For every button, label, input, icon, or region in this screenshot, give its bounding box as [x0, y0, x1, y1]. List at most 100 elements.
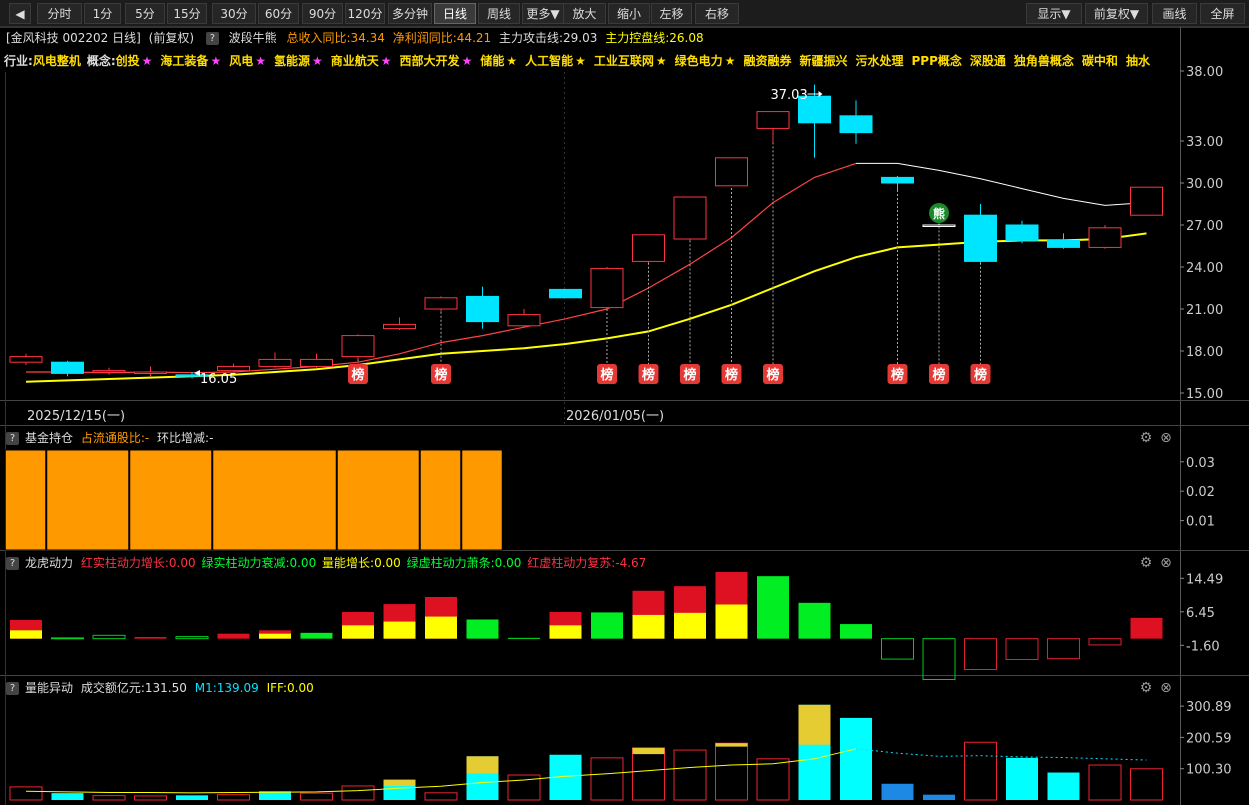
volume-bar [300, 792, 333, 801]
y-tick-label: 24.00 [1186, 261, 1223, 276]
date-label-1: 2025/12/15(一) [27, 409, 126, 424]
fund-bar [212, 449, 337, 551]
fund-change: 环比增减:- [157, 431, 214, 445]
y-tick-label: 200.59 [1186, 731, 1232, 746]
longhu-title: 龙虎动力 [25, 556, 74, 570]
longhu-yellow-bar [549, 625, 582, 639]
volume-bar [176, 795, 208, 800]
longhu-yellow-bar [342, 625, 374, 639]
fund-title: 基金持仓 [25, 431, 74, 445]
close-icon[interactable]: ⊗ [1157, 679, 1175, 697]
volume-amount: 成交额亿元:131.50 [80, 681, 187, 695]
y-tick-label: 18.00 [1186, 345, 1223, 360]
close-icon[interactable]: ⊗ [1157, 554, 1175, 572]
volume-bar [673, 749, 707, 801]
volume-bar [51, 793, 84, 800]
longhu-l2: 绿实柱动力衰减:0.00 [201, 556, 317, 570]
longhu-bar [964, 638, 997, 671]
longhu-bar [922, 638, 956, 681]
fund-bar [336, 449, 420, 551]
candle-body [1130, 186, 1163, 216]
volume-bar [923, 794, 955, 800]
y-tick-label: 30.00 [1186, 177, 1223, 192]
y-tick-label: 38.00 [1186, 65, 1223, 80]
candle-body [549, 288, 582, 299]
fund-panel-header: ? 基金持仓 占流通股比:- 环比增减:- [0, 427, 1180, 449]
y-tick-label: 15.00 [1186, 387, 1223, 402]
candle-body [1005, 224, 1039, 241]
longhu-bar [798, 602, 831, 639]
date-label-2: 2026/01/05(一) [566, 409, 665, 424]
longhu-bar [51, 637, 84, 640]
help-icon[interactable]: ? [6, 557, 19, 570]
volume-m1-line [25, 748, 857, 794]
longhu-bar [92, 634, 126, 640]
longhu-bar [757, 576, 789, 639]
candle-body [1047, 239, 1080, 248]
longhu-panel-header: ? 龙虎动力 红实柱动力增长:0.00 绿实柱动力衰减:0.00 量能增长:0.0… [0, 552, 1180, 574]
volume-yellow-cap [383, 779, 416, 786]
bang-badge-label: 榜 [766, 367, 779, 383]
candle-body [715, 157, 748, 187]
y-tick-label: 0.03 [1186, 456, 1215, 471]
candle-body [92, 370, 126, 373]
volume-yellow-cap [466, 756, 499, 774]
ma-attack-line-white [856, 162, 1147, 206]
longhu-yellow-bar [674, 612, 706, 639]
candle-body [507, 314, 541, 327]
longhu-bar [840, 624, 872, 639]
fund-bar [46, 449, 130, 551]
volume-m1: M1:139.09 [194, 681, 259, 695]
volume-bar [1088, 764, 1122, 801]
volume-bar [424, 792, 458, 801]
volume-m1-dash-line [855, 748, 1147, 761]
close-icon[interactable]: ⊗ [1157, 429, 1175, 447]
high-price-label: 37.03 [771, 88, 808, 103]
volume-bar [756, 758, 790, 801]
volume-bar [217, 794, 250, 801]
candle-body [424, 297, 458, 310]
volume-yellow-cap [632, 747, 665, 755]
candle-body [881, 176, 914, 184]
longhu-yellow-bar [383, 621, 416, 639]
volume-bar [9, 786, 43, 801]
volume-bar [715, 742, 748, 801]
y-tick-label: -1.60 [1186, 639, 1220, 654]
help-icon[interactable]: ? [6, 682, 19, 695]
y-tick-label: 100.30 [1186, 763, 1232, 778]
longhu-bar [134, 637, 167, 639]
settings-gear-icon[interactable]: ⚙ [1137, 429, 1155, 447]
longhu-bar [1047, 638, 1080, 660]
candle-body [258, 358, 292, 367]
y-tick-label: 300.89 [1186, 700, 1232, 715]
longhu-bar [466, 619, 499, 639]
longhu-bar [1005, 638, 1039, 661]
y-tick-label: 33.00 [1186, 135, 1223, 150]
bang-badge-label: 榜 [434, 367, 447, 383]
volume-bar [134, 795, 167, 801]
help-icon[interactable]: ? [6, 432, 19, 445]
candle-body [383, 323, 416, 330]
settings-gear-icon[interactable]: ⚙ [1137, 554, 1155, 572]
volume-bar [92, 795, 126, 801]
bear-signal-label: 熊 [933, 206, 945, 221]
longhu-l1: 红实柱动力增长:0.00 [80, 556, 196, 570]
volume-bar [632, 747, 665, 801]
low-price-label: 16.05 [200, 372, 237, 387]
longhu-bar [591, 612, 623, 639]
longhu-yellow-bar [715, 604, 748, 639]
settings-gear-icon[interactable]: ⚙ [1137, 679, 1155, 697]
candle-body [673, 196, 707, 240]
volume-title: 量能异动 [25, 681, 74, 695]
longhu-bar [300, 632, 333, 639]
volume-yellow-cap [715, 743, 748, 747]
volume-bar [1130, 768, 1163, 801]
bang-badge-label: 榜 [600, 367, 613, 383]
candle-body [839, 115, 873, 134]
volume-bar [964, 741, 997, 801]
longhu-yellow-bar [425, 616, 457, 639]
longhu-bar [881, 638, 914, 660]
fund-bar [4, 449, 47, 551]
y-tick-label: 27.00 [1186, 219, 1223, 234]
longhu-bar [1088, 638, 1122, 646]
